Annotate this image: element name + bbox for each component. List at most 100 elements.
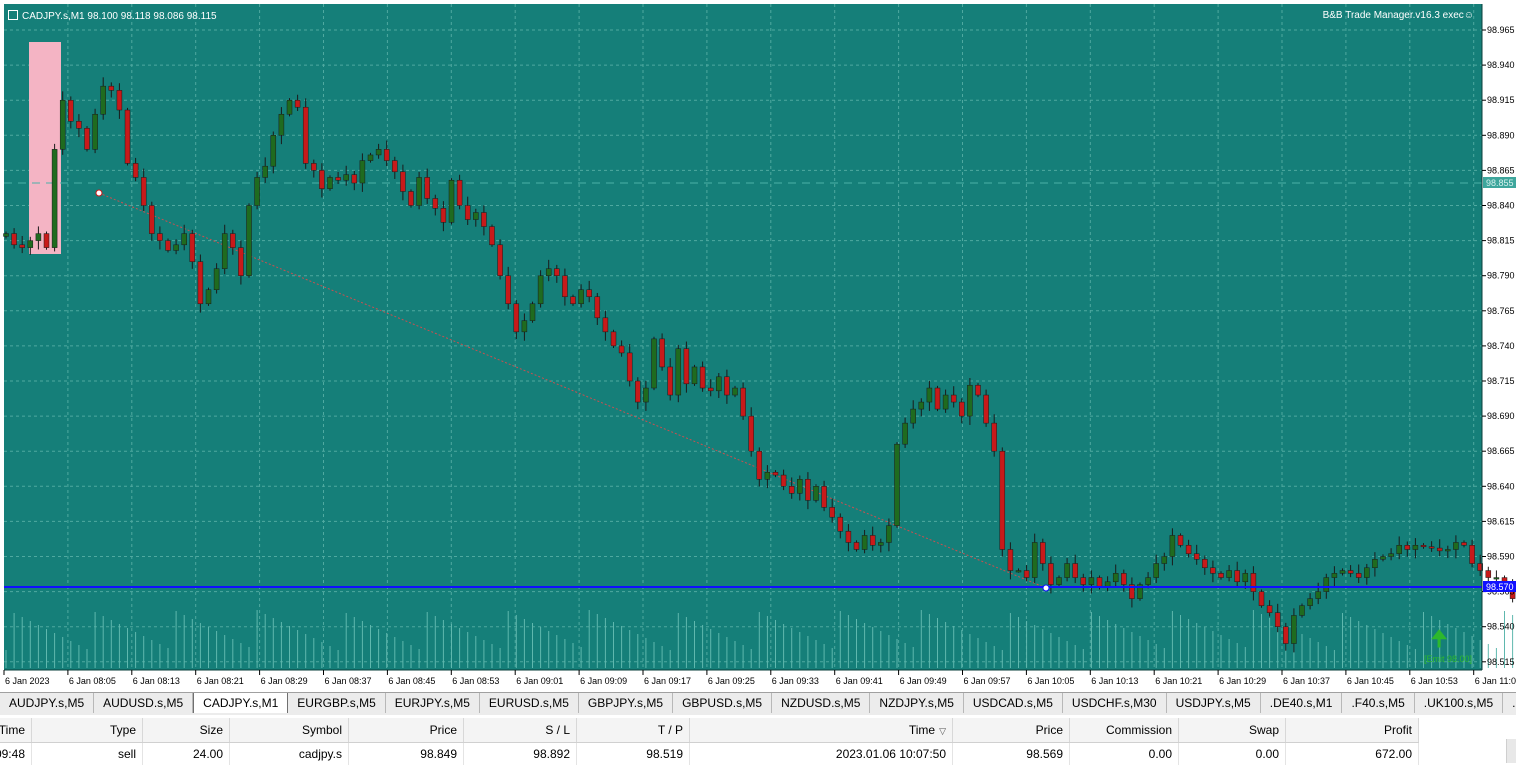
tab-uk100-s-m5[interactable]: .UK100.s,M5 <box>1415 693 1503 713</box>
candle <box>303 98 308 168</box>
tab-gbpusd-s-m5[interactable]: GBPUSD.s,M5 <box>673 693 772 713</box>
tab-eurgbp-s-m5[interactable]: EURGBP.s,M5 <box>288 693 385 713</box>
candle <box>895 442 900 528</box>
table-cell: 98.892 <box>464 743 577 765</box>
time-label: 6 Jan 08:53 <box>452 676 499 686</box>
price-label: 98.740 <box>1487 341 1515 351</box>
symbol-info-text: CADJPY.s,M1 98.100 98.118 98.086 98.115 <box>22 11 217 22</box>
candle <box>1000 447 1005 556</box>
table-cell: 2023.01.06 10:07:50 <box>690 743 953 765</box>
column-header-type[interactable]: Type <box>32 718 143 743</box>
time-label: 6 Jan 10:45 <box>1347 676 1394 686</box>
table-row[interactable]: 8:09:48sell24.00cadjpy.s98.84998.89298.5… <box>0 743 1419 765</box>
price-label: 98.790 <box>1487 271 1515 281</box>
vertical-scrollbar[interactable] <box>1506 739 1516 763</box>
time-label: 6 Jan 09:41 <box>836 676 883 686</box>
expert-advisor-label: B&B Trade Manager.v16.3 exec☺ <box>1323 10 1474 21</box>
column-header-profit[interactable]: Profit <box>1286 718 1419 743</box>
tab-usdchf-s-m30[interactable]: USDCHF.s,M30 <box>1063 693 1167 713</box>
tab-audusd-s-m5[interactable]: AUDUSD.s,M5 <box>94 693 193 713</box>
price-label: 98.965 <box>1487 25 1515 35</box>
tab-nzdusd-s-m5[interactable]: NZDUSD.s,M5 <box>772 693 870 713</box>
price-label: 98.865 <box>1487 165 1515 175</box>
price-label: 98.715 <box>1487 376 1515 386</box>
table-header-row: TimeTypeSizeSymbolPriceS / LT / PTime▽Pr… <box>0 718 1419 743</box>
column-header-time[interactable]: Time <box>0 718 32 743</box>
chart-area[interactable]: 98.96598.94098.91598.89098.86598.84098.8… <box>0 0 1516 692</box>
tab-audjpy-s-m5[interactable]: AUDJPY.s,M5 <box>0 693 94 713</box>
candle <box>85 126 90 151</box>
tab-f40-s-m5[interactable]: .F40.s,M5 <box>1342 693 1414 713</box>
time-label: 6 Jan 08:21 <box>197 676 244 686</box>
column-header-t-p[interactable]: T / P <box>577 718 690 743</box>
table-cell: cadjpy.s <box>230 743 349 765</box>
candle <box>125 108 130 166</box>
price-label: 98.815 <box>1487 236 1515 246</box>
candle <box>676 345 681 402</box>
time-label: 6 Jan 09:17 <box>644 676 691 686</box>
column-header-symbol[interactable]: Symbol <box>230 718 349 743</box>
table-cell: sell <box>32 743 143 765</box>
tab-usdcad-s-m5[interactable]: USDCAD.s,M5 <box>964 693 1063 713</box>
tab-cadjpy-s-m1[interactable]: CADJPY.s,M1 <box>193 692 288 713</box>
chart-tabs: AUDJPY.s,M5AUDUSD.s,M5CADJPY.s,M1EURGBP.… <box>0 692 1516 716</box>
candle <box>328 175 333 190</box>
table-cell: 0.00 <box>1179 743 1286 765</box>
candle <box>287 98 292 116</box>
candle <box>1138 582 1143 600</box>
time-label: 6 Jan 10:13 <box>1091 676 1138 686</box>
candle <box>417 172 422 209</box>
time-label: 6 Jan 09:25 <box>708 676 755 686</box>
price-label: 98.690 <box>1487 411 1515 421</box>
price-label: 98.615 <box>1487 516 1515 526</box>
tab-nzdjpy-s-m5[interactable]: NZDJPY.s,M5 <box>870 693 963 713</box>
column-header-price[interactable]: Price <box>953 718 1070 743</box>
price-label: 98.540 <box>1487 622 1515 632</box>
column-header-swap[interactable]: Swap <box>1179 718 1286 743</box>
candle <box>1178 533 1183 547</box>
chart-background <box>4 4 1482 670</box>
candle <box>166 238 171 252</box>
tab-usdjpy-s-m5[interactable]: USDJPY.s,M5 <box>1167 693 1261 713</box>
time-label: 6 Jan 09:49 <box>900 676 947 686</box>
trade-terminal: TimeTypeSizeSymbolPriceS / LT / PTime▽Pr… <box>0 715 1516 763</box>
candle <box>449 178 454 224</box>
time-label: 6 Jan 08:05 <box>69 676 116 686</box>
tab-us[interactable]: .US <box>1503 693 1516 713</box>
tab-gbpjpy-s-m5[interactable]: GBPJPY.s,M5 <box>579 693 673 713</box>
candle <box>198 254 203 312</box>
candle <box>741 383 746 420</box>
table-cell: 0.00 <box>1070 743 1179 765</box>
price-label: 98.915 <box>1487 95 1515 105</box>
symbol-info: CADJPY.s,M1 98.100 98.118 98.086 98.115 <box>8 10 217 22</box>
table-cell: 672.00 <box>1286 743 1419 765</box>
time-axis: 6 Jan 20236 Jan 08:056 Jan 08:136 Jan 08… <box>4 670 1516 686</box>
column-header-time[interactable]: Time▽ <box>690 718 953 743</box>
time-label: 6 Jan 10:05 <box>1027 676 1074 686</box>
tab-de40-s-m1[interactable]: .DE40.s,M1 <box>1261 693 1343 713</box>
time-label: 6 Jan 09:01 <box>516 676 563 686</box>
column-header-s-l[interactable]: S / L <box>464 718 577 743</box>
candle <box>611 330 616 348</box>
chart-menu-icon[interactable] <box>8 10 18 20</box>
column-header-size[interactable]: Size <box>143 718 230 743</box>
table-cell: 98.569 <box>953 743 1070 765</box>
tab-eurusd-s-m5[interactable]: EURUSD.s,M5 <box>480 693 579 713</box>
price-chart[interactable]: 98.96598.94098.91598.89098.86598.84098.8… <box>0 0 1516 692</box>
candle <box>984 390 989 427</box>
column-header-price[interactable]: Price <box>349 718 464 743</box>
tab-eurjpy-s-m5[interactable]: EURJPY.s,M5 <box>386 693 480 713</box>
price-label: 98.765 <box>1487 306 1515 316</box>
candle <box>60 91 65 154</box>
price-label: 98.840 <box>1487 201 1515 211</box>
time-label: 6 Jan 10:29 <box>1219 676 1266 686</box>
time-label: 6 Jan 08:45 <box>388 676 435 686</box>
candle <box>1259 589 1264 607</box>
candle <box>255 172 260 209</box>
time-label: 6 Jan 09:09 <box>580 676 627 686</box>
price-label: 98.515 <box>1487 657 1515 667</box>
time-label: 6 Jan 08:29 <box>261 676 308 686</box>
price-tag-dashed: 98.855 <box>1486 178 1514 188</box>
column-header-commission[interactable]: Commission <box>1070 718 1179 743</box>
price-label: 98.890 <box>1487 130 1515 140</box>
